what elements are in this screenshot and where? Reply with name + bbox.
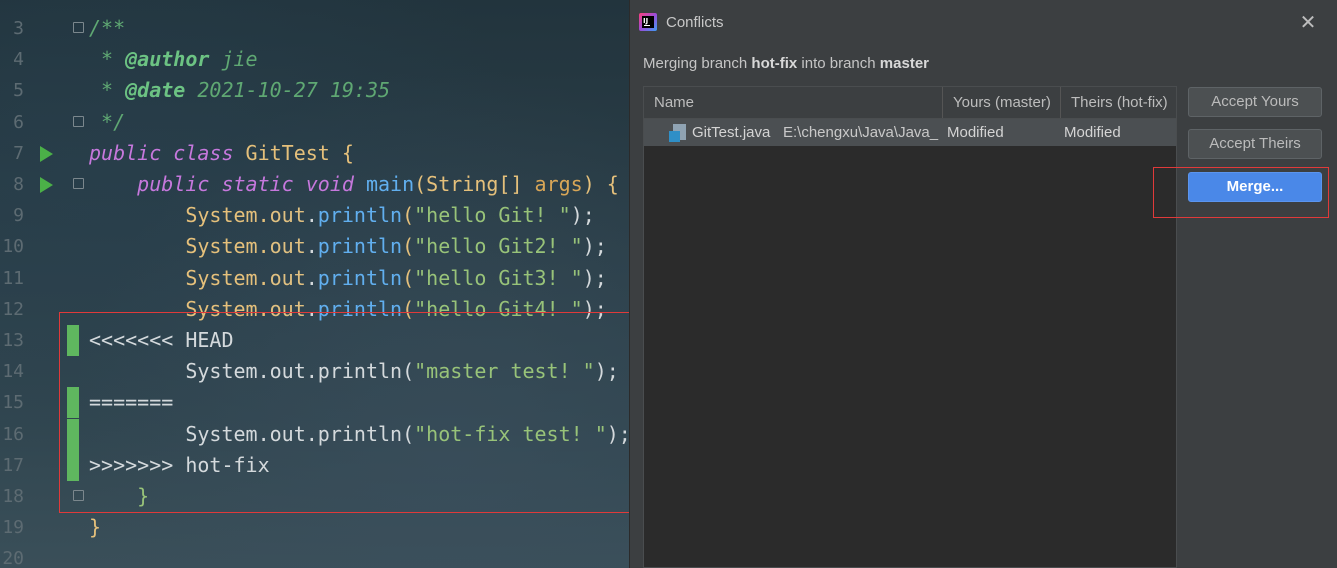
line-number: 7	[13, 142, 24, 164]
column-header-yours[interactable]: Yours (master)	[953, 87, 1061, 118]
line-number: 13	[2, 330, 24, 351]
code-text: */	[89, 109, 126, 134]
table-row[interactable]: GitTest.java E:\chengxu\Java\Java_ Modif…	[644, 119, 1176, 146]
run-icon[interactable]	[40, 177, 53, 193]
code-line[interactable]: 9 System.out.println("hello Git! ");	[0, 200, 640, 231]
line-number: 17	[2, 454, 24, 476]
desc-prefix: Merging branch	[643, 55, 752, 72]
column-header-theirs[interactable]: Theirs (hot-fix)	[1071, 87, 1176, 118]
line-number: 15	[2, 392, 24, 414]
conflict-highlight-box	[59, 312, 632, 513]
line-number: 11	[2, 267, 24, 289]
yours-status: Modified	[947, 124, 1004, 141]
code-text: public static void main(String[] args) {	[89, 172, 619, 196]
code-line[interactable]: 5 * @date 2021-10-27 19:35	[0, 75, 640, 106]
theirs-status: Modified	[1064, 124, 1121, 141]
code-line[interactable]: 11 System.out.println("hello Git3! ");	[0, 263, 640, 294]
line-number: 3	[13, 18, 24, 39]
desc-middle: into branch	[797, 55, 880, 72]
code-editor[interactable]: 3/** 4 * @author jie 5 * @date 2021-10-27 …	[0, 0, 640, 568]
dialog-title: Conflicts	[666, 14, 724, 31]
code-text: /**	[89, 16, 126, 40]
line-number: 19	[2, 517, 24, 539]
code-line[interactable]: 3 /**	[0, 13, 640, 44]
code-line[interactable]: 10 System.out.println("hello Git2! ");	[0, 231, 640, 262]
line-number: 14	[2, 361, 24, 383]
code-line[interactable]: 7 public class GitTest {	[0, 138, 640, 169]
intellij-logo-icon: IJ	[639, 13, 657, 31]
code-line[interactable]: 8 public static void main(String[] args)…	[0, 169, 640, 200]
line-number: 6	[13, 111, 24, 133]
code-line[interactable]: 19}	[0, 512, 640, 543]
conflicts-table[interactable]: Name Yours (master) Theirs (hot-fix) Git…	[643, 86, 1177, 568]
code-line[interactable]: 4 * @author jie	[0, 44, 640, 75]
code-text: System.out.println("hello Git3! ");	[89, 265, 607, 290]
table-header: Name Yours (master) Theirs (hot-fix)	[644, 87, 1176, 119]
code-text: System.out.println("hello Git! ");	[89, 203, 595, 228]
line-number: 9	[13, 205, 24, 227]
line-number: 10	[2, 236, 24, 258]
merge-highlight-box	[1153, 167, 1329, 218]
merge-description: Merging branch hot-fix into branch maste…	[643, 55, 929, 72]
fold-icon[interactable]	[73, 178, 84, 189]
target-branch: master	[879, 55, 929, 72]
code-line[interactable]: 6 */	[0, 107, 640, 138]
line-number: 16	[2, 423, 24, 445]
file-path: E:\chengxu\Java\Java_	[783, 124, 939, 141]
line-number: 12	[2, 298, 24, 320]
close-icon[interactable]: ✕	[1298, 12, 1318, 32]
java-file-icon	[669, 124, 687, 142]
code-text: }	[89, 515, 102, 540]
conflicts-dialog: IJ Conflicts ✕ Merging branch hot-fix in…	[629, 0, 1337, 568]
source-branch: hot-fix	[751, 55, 798, 72]
line-number: 8	[13, 174, 24, 195]
line-number: 18	[2, 486, 24, 507]
line-number: 4	[13, 49, 24, 71]
run-icon[interactable]	[40, 145, 53, 162]
code-text: public class GitTest {	[89, 140, 354, 165]
code-line[interactable]: 20	[0, 543, 640, 568]
code-text: * @author jie	[89, 47, 258, 72]
line-number: 5	[13, 80, 24, 102]
fold-icon[interactable]	[73, 22, 84, 33]
file-name: GitTest.java	[692, 124, 771, 141]
fold-icon[interactable]	[73, 115, 84, 127]
accept-yours-button[interactable]: Accept Yours	[1188, 87, 1322, 117]
column-header-name[interactable]: Name	[654, 87, 934, 118]
code-text: * @date 2021-10-27 19:35	[89, 78, 391, 103]
line-number: 20	[2, 548, 24, 568]
accept-theirs-button[interactable]: Accept Theirs	[1188, 129, 1322, 159]
dialog-titlebar: IJ Conflicts ✕	[630, 0, 1337, 46]
code-text: System.out.println("hello Git2! ");	[89, 234, 607, 259]
